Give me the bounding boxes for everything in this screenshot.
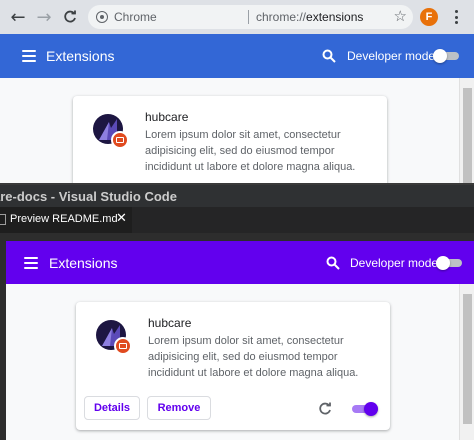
tab-label: Preview README.md [10,213,118,225]
hamburger-icon[interactable] [22,50,36,62]
omnibox-url: chrome://extensions [256,10,363,24]
search-icon[interactable] [322,49,336,63]
scrollbar[interactable] [459,284,474,440]
kebab-menu-icon[interactable] [446,7,466,27]
editor-tab-bar: Preview README.md ✕ [0,207,474,233]
close-icon[interactable]: ✕ [116,211,127,226]
chrome-window: ← → Chrome chrome://extensions ☆ F Exten… [0,0,474,186]
remove-button[interactable]: Remove [147,396,211,420]
extension-name: hubcare [145,110,189,124]
preview-icon [0,214,6,225]
reload-icon[interactable] [318,402,332,416]
omnibox-separator [248,10,249,24]
chrome-toolbar: ← → Chrome chrome://extensions ☆ F [0,0,474,34]
reload-icon[interactable] [58,5,82,29]
address-bar[interactable]: Chrome chrome://extensions ☆ [88,5,413,29]
enable-extension-toggle[interactable] [352,402,378,416]
star-icon[interactable]: ☆ [394,7,407,25]
markdown-preview: Extensions Developer mode hubcare Lorem … [6,241,474,440]
page-title: Extensions [46,48,115,64]
scrollbar[interactable] [459,78,474,186]
extensions-content: hubcare Lorem ipsum dolor sit amet, cons… [6,284,474,440]
window-title: are-docs - Visual Studio Code [0,189,177,204]
extensions-header: Extensions Developer mode [0,34,474,78]
vscode-window: are-docs - Visual Studio Code Preview RE… [0,183,474,440]
url-scheme: chrome:// [256,10,307,24]
profile-avatar[interactable]: F [420,8,438,26]
extension-card: hubcare Lorem ipsum dolor sit amet, cons… [76,302,390,430]
extension-name: hubcare [148,316,192,330]
url-path: extensions [306,10,364,24]
chrome-site-icon [96,11,108,23]
developer-mode-toggle[interactable] [436,256,462,270]
tab-preview-readme[interactable]: Preview README.md ✕ [0,207,132,233]
extensions-header: Extensions Developer mode [6,241,474,284]
page-title: Extensions [49,255,118,271]
extension-description: Lorem ipsum dolor sit amet, consectetur … [145,129,356,173]
extension-card: hubcare Lorem ipsum dolor sit amet, cons… [73,96,387,186]
search-icon[interactable] [326,256,340,270]
developer-mode-label: Developer mode [347,49,436,63]
extension-description: Lorem ipsum dolor sit amet, consectetur … [148,335,359,379]
window-titlebar[interactable]: are-docs - Visual Studio Code [0,183,474,207]
back-arrow-icon[interactable]: ← [6,5,30,29]
extensions-content: hubcare Lorem ipsum dolor sit amet, cons… [0,78,474,186]
camera-badge-icon [114,337,132,355]
hamburger-icon[interactable] [24,257,38,269]
forward-arrow-icon[interactable]: → [32,5,56,29]
details-button[interactable]: Details [84,396,140,420]
developer-mode-label: Developer mode [350,256,439,270]
camera-badge-icon [111,131,129,149]
omnibox-chip: Chrome [114,10,157,24]
developer-mode-toggle[interactable] [433,49,459,63]
